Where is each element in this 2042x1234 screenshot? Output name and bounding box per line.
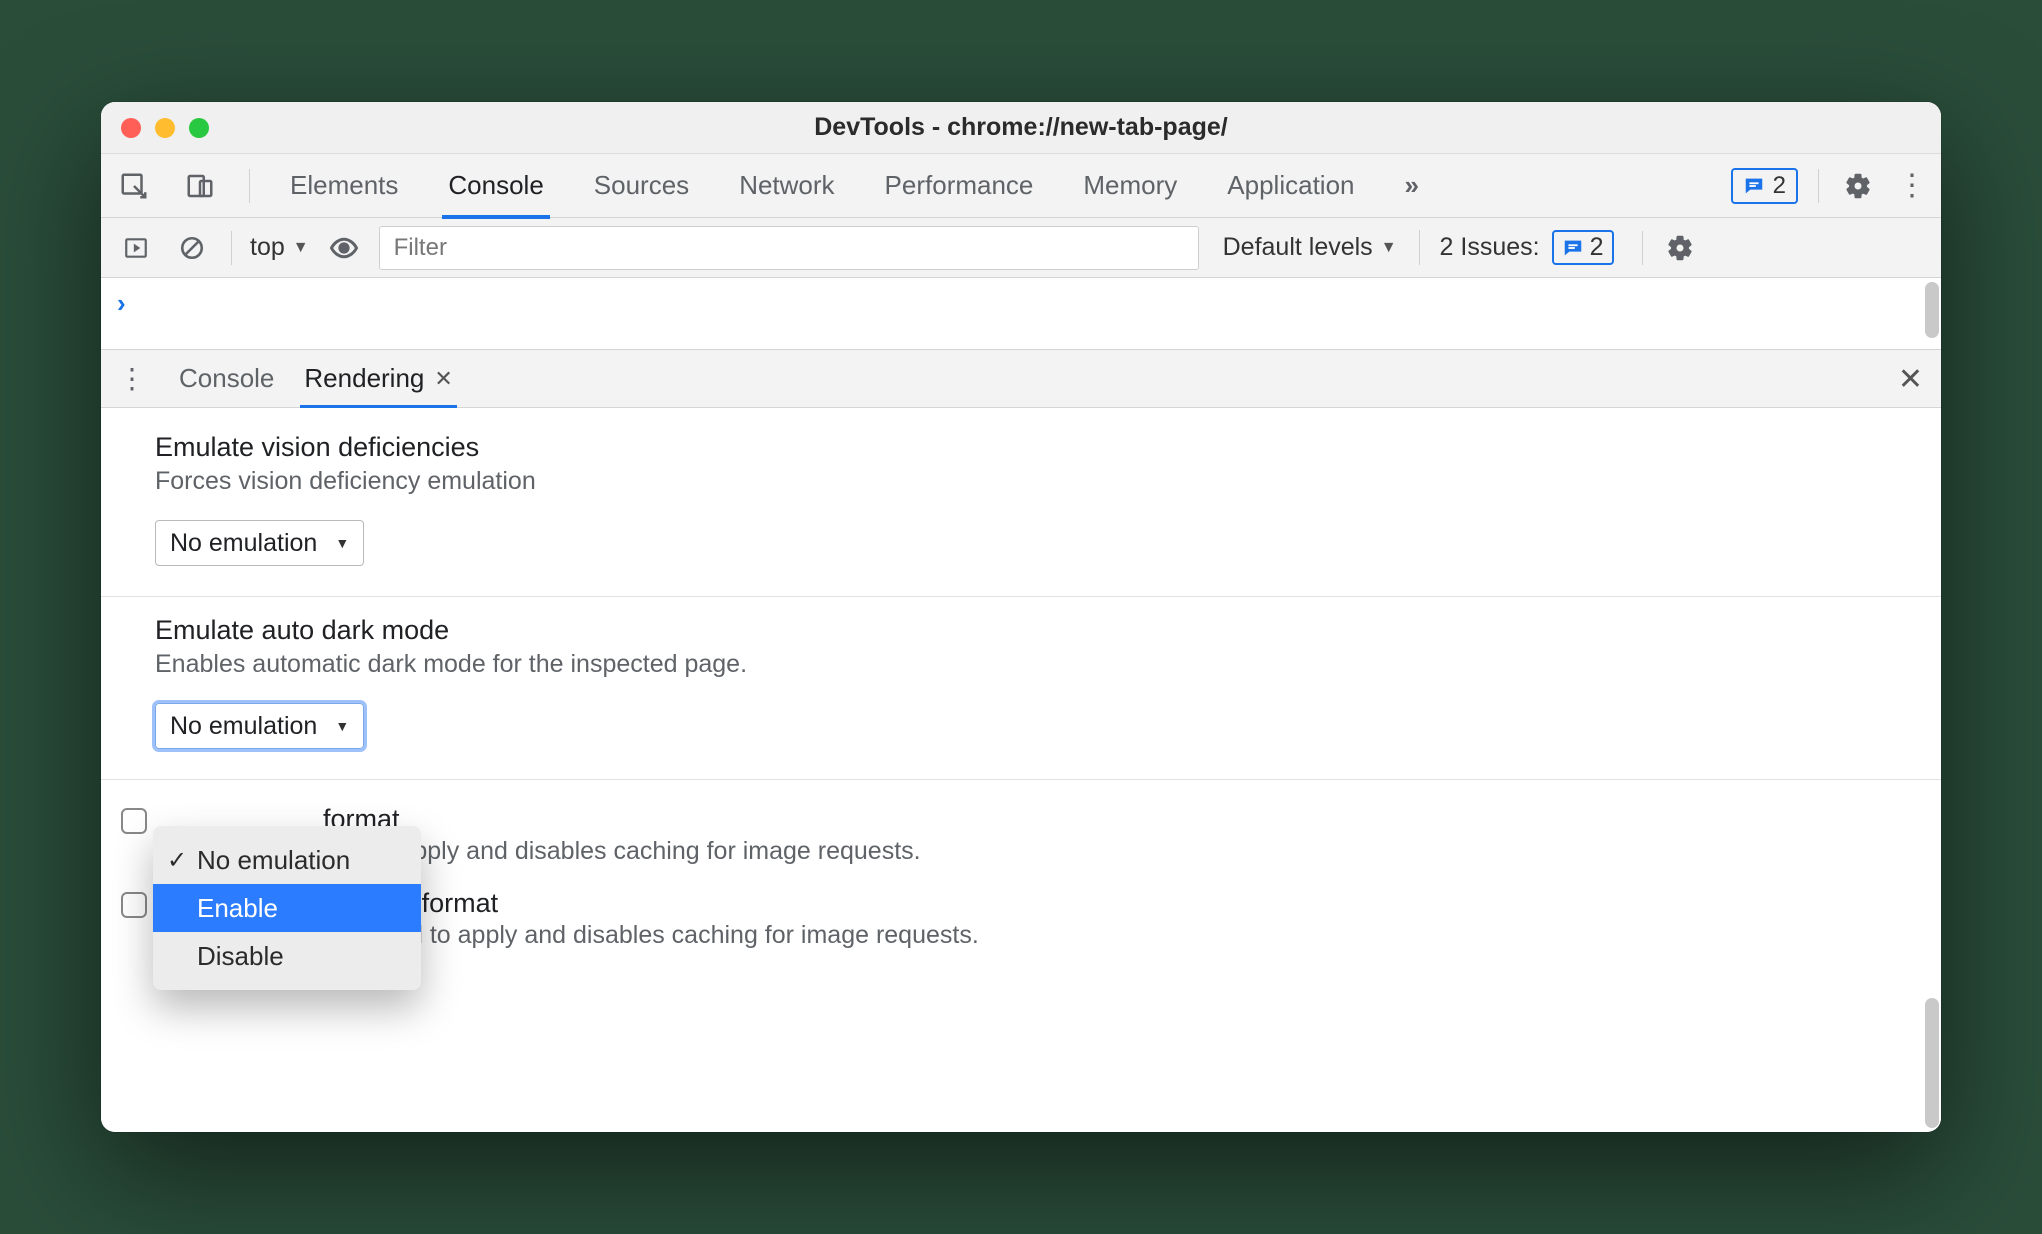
inspect-element-icon[interactable]	[113, 165, 155, 207]
section-subtitle: Enables automatic dark mode for the insp…	[155, 650, 1887, 679]
scrollbar-thumb[interactable]	[1925, 282, 1939, 338]
tab-sources[interactable]: Sources	[592, 154, 691, 217]
drawer-tab-rendering[interactable]: Rendering ✕	[302, 349, 454, 408]
zoom-window-button[interactable]	[189, 118, 209, 138]
console-settings-icon[interactable]	[1661, 229, 1699, 267]
separator	[1642, 231, 1643, 265]
auto-dark-mode-dropdown: ✓ No emulation Enable Disable	[153, 826, 421, 990]
chevron-down-icon: ▼	[335, 718, 349, 734]
live-expression-icon[interactable]	[323, 227, 365, 269]
panel-tabs: Elements Console Sources Network Perform…	[288, 154, 1707, 217]
select-value: No emulation	[170, 529, 317, 558]
section-subtitle: Forces vision deficiency emulation	[155, 467, 1887, 496]
tabs-overflow-icon[interactable]: »	[1403, 154, 1421, 217]
section-auto-dark-mode: Emulate auto dark mode Enables automatic…	[101, 597, 1941, 780]
filter-field	[379, 226, 1199, 270]
levels-label: Default levels	[1223, 233, 1373, 262]
section-title: Emulate vision deficiencies	[155, 432, 1887, 463]
option-label: Disable	[197, 941, 284, 972]
clear-console-icon[interactable]	[171, 227, 213, 269]
dropdown-option-no-emulation[interactable]: ✓ No emulation	[153, 836, 421, 884]
close-window-button[interactable]	[121, 118, 141, 138]
titlebar: DevTools - chrome://new-tab-page/	[101, 102, 1941, 154]
prompt-caret-icon: ›	[117, 288, 126, 319]
console-toolbar: top ▼ Default levels ▼ 2 Issues: 2	[101, 218, 1941, 278]
window-controls	[121, 118, 209, 138]
tab-memory[interactable]: Memory	[1081, 154, 1179, 217]
disable-webp-checkbox[interactable]	[121, 892, 147, 918]
issues-count: 2	[1590, 233, 1604, 262]
drawer-tab-console[interactable]: Console	[177, 349, 276, 408]
tab-console[interactable]: Console	[446, 154, 545, 217]
drawer-tab-label: Rendering	[304, 363, 424, 394]
select-value: No emulation	[170, 712, 317, 741]
chat-icon	[1562, 237, 1584, 259]
window-title: DevTools - chrome://new-tab-page/	[101, 113, 1941, 142]
close-tab-icon[interactable]: ✕	[434, 366, 452, 392]
settings-icon[interactable]	[1839, 167, 1877, 205]
chevron-down-icon: ▼	[1381, 239, 1397, 257]
drawer-menu-icon[interactable]: ⋮	[113, 360, 151, 398]
drawer-tabs: ⋮ Console Rendering ✕ ✕	[101, 350, 1941, 408]
disable-avif-checkbox[interactable]	[121, 808, 147, 834]
log-levels-selector[interactable]: Default levels ▼	[1223, 233, 1397, 262]
toolbar-right: 2 ⋮	[1731, 167, 1931, 205]
tab-network[interactable]: Network	[737, 154, 836, 217]
section-title: Emulate auto dark mode	[155, 615, 1887, 646]
issues-badge-count: 2	[1773, 172, 1786, 200]
section-vision-deficiencies: Emulate vision deficiencies Forces visio…	[101, 414, 1941, 597]
more-menu-icon[interactable]: ⋮	[1893, 167, 1931, 205]
filter-input[interactable]	[379, 226, 1199, 270]
chat-icon	[1743, 175, 1765, 197]
vision-deficiency-select[interactable]: No emulation ▼	[155, 520, 364, 566]
separator	[1818, 169, 1819, 203]
separator	[231, 231, 232, 265]
dropdown-option-disable[interactable]: Disable	[153, 932, 421, 980]
close-drawer-icon[interactable]: ✕	[1898, 362, 1923, 397]
chevron-down-icon: ▼	[293, 239, 309, 257]
separator	[249, 169, 250, 203]
chevron-down-icon: ▼	[335, 535, 349, 551]
issues-label: 2 Issues:	[1440, 233, 1540, 262]
context-label: top	[250, 233, 285, 262]
option-label: No emulation	[197, 845, 350, 876]
option-label: Enable	[197, 893, 278, 924]
tab-application[interactable]: Application	[1225, 154, 1356, 217]
auto-dark-mode-select[interactable]: No emulation ▼	[155, 703, 364, 749]
console-prompt[interactable]: ›	[101, 278, 1941, 350]
minimize-window-button[interactable]	[155, 118, 175, 138]
main-toolbar: Elements Console Sources Network Perform…	[101, 154, 1941, 218]
toggle-sidebar-icon[interactable]	[115, 227, 157, 269]
issues-summary[interactable]: 2 Issues: 2	[1419, 230, 1614, 265]
context-selector[interactable]: top ▼	[250, 233, 309, 262]
scrollbar-thumb[interactable]	[1925, 998, 1939, 1128]
device-toolbar-icon[interactable]	[179, 165, 221, 207]
issues-badge[interactable]: 2	[1731, 168, 1798, 204]
rendering-panel: Emulate vision deficiencies Forces visio…	[101, 408, 1941, 1132]
tab-performance[interactable]: Performance	[883, 154, 1036, 217]
checkmark-icon: ✓	[167, 846, 187, 875]
tab-elements[interactable]: Elements	[288, 154, 400, 217]
dropdown-option-enable[interactable]: Enable	[153, 884, 421, 932]
devtools-window: DevTools - chrome://new-tab-page/ Elemen…	[101, 102, 1941, 1132]
